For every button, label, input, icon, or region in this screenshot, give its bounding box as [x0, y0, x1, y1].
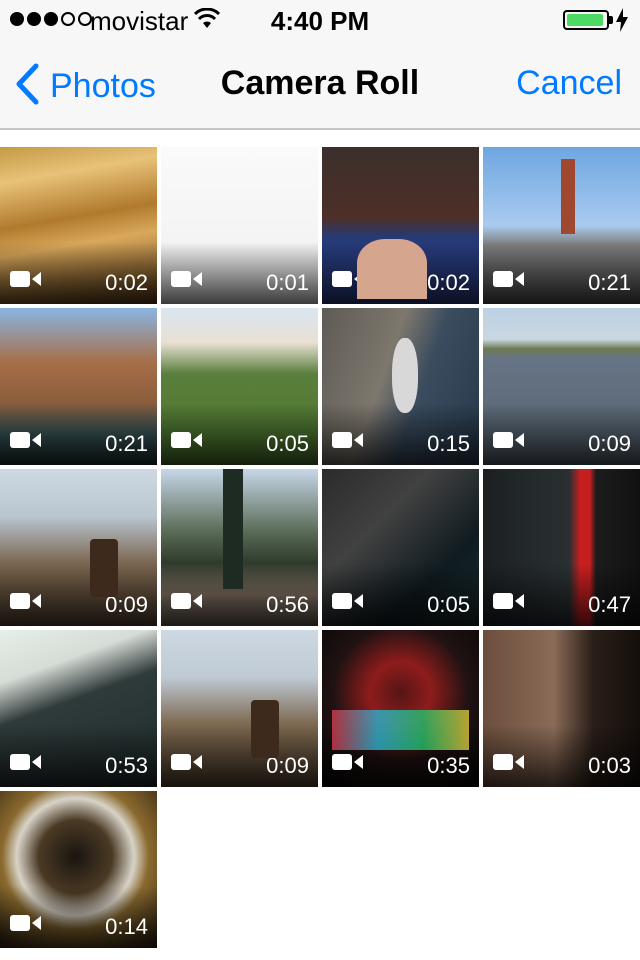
video-duration: 0:01 — [266, 270, 309, 295]
cancel-button[interactable]: Cancel — [516, 64, 622, 103]
battery-icon — [563, 10, 609, 30]
video-thumbnail[interactable]: 0:15 — [322, 308, 479, 465]
video-thumbnail[interactable]: 0:47 — [483, 469, 640, 626]
video-camera-icon — [332, 591, 364, 616]
battery-level — [567, 14, 603, 26]
video-camera-icon — [493, 269, 525, 294]
video-duration: 0:02 — [427, 270, 470, 295]
video-camera-icon — [10, 269, 42, 294]
video-thumbnail[interactable]: 0:21 — [483, 147, 640, 304]
video-thumbnail[interactable]: 0:01 — [161, 147, 318, 304]
video-camera-icon — [10, 430, 42, 455]
video-duration: 0:53 — [105, 753, 148, 778]
video-duration: 0:09 — [105, 592, 148, 617]
video-duration: 0:14 — [105, 914, 148, 939]
video-thumbnail[interactable]: 0:02 — [0, 147, 157, 304]
video-thumbnail[interactable]: 0:05 — [161, 308, 318, 465]
video-thumbnail[interactable]: 0:14 — [0, 791, 157, 948]
video-duration: 0:09 — [588, 431, 631, 456]
video-camera-icon — [171, 269, 203, 294]
video-duration: 0:21 — [105, 431, 148, 456]
video-grid: 0:02 0:01 0:02 0:21 0:21 0:05 0:15 0:09 0:09 0:56… — [0, 147, 640, 948]
video-thumbnail[interactable]: 0:03 — [483, 630, 640, 787]
video-thumbnail[interactable]: 0:53 — [0, 630, 157, 787]
video-camera-icon — [171, 430, 203, 455]
video-thumbnail[interactable]: 0:09 — [161, 630, 318, 787]
video-duration: 0:05 — [266, 431, 309, 456]
video-camera-icon — [493, 430, 525, 455]
video-duration: 0:09 — [266, 753, 309, 778]
navigation-bar: Photos Camera Roll Cancel — [0, 40, 640, 130]
video-thumbnail[interactable]: 0:21 — [0, 308, 157, 465]
clock: 4:40 PM — [270, 6, 370, 36]
video-duration: 0:56 — [266, 592, 309, 617]
video-camera-icon — [171, 752, 203, 777]
status-bar: movistar 4:40 PM — [0, 0, 640, 40]
video-camera-icon — [332, 430, 364, 455]
back-button[interactable]: Photos — [14, 63, 156, 110]
video-duration: 0:03 — [588, 753, 631, 778]
video-camera-icon — [493, 591, 525, 616]
video-duration: 0:15 — [427, 431, 470, 456]
video-thumbnail[interactable]: 0:05 — [322, 469, 479, 626]
charging-bolt-icon — [616, 8, 628, 37]
video-camera-icon — [332, 269, 364, 294]
video-thumbnail[interactable]: 0:09 — [483, 308, 640, 465]
video-thumbnail[interactable]: 0:09 — [0, 469, 157, 626]
video-thumbnail[interactable]: 0:56 — [161, 469, 318, 626]
video-camera-icon — [10, 591, 42, 616]
video-camera-icon — [10, 752, 42, 777]
video-duration: 0:02 — [105, 270, 148, 295]
video-duration: 0:35 — [427, 753, 470, 778]
video-duration: 0:05 — [427, 592, 470, 617]
video-duration: 0:47 — [588, 592, 631, 617]
video-camera-icon — [493, 752, 525, 777]
video-camera-icon — [332, 752, 364, 777]
video-camera-icon — [171, 591, 203, 616]
video-thumbnail[interactable]: 0:35 — [322, 630, 479, 787]
video-camera-icon — [10, 913, 42, 938]
video-duration: 0:21 — [588, 270, 631, 295]
battery-tip — [609, 16, 613, 24]
chevron-left-icon — [14, 63, 40, 110]
back-button-label: Photos — [50, 66, 156, 105]
video-thumbnail[interactable]: 0:02 — [322, 147, 479, 304]
